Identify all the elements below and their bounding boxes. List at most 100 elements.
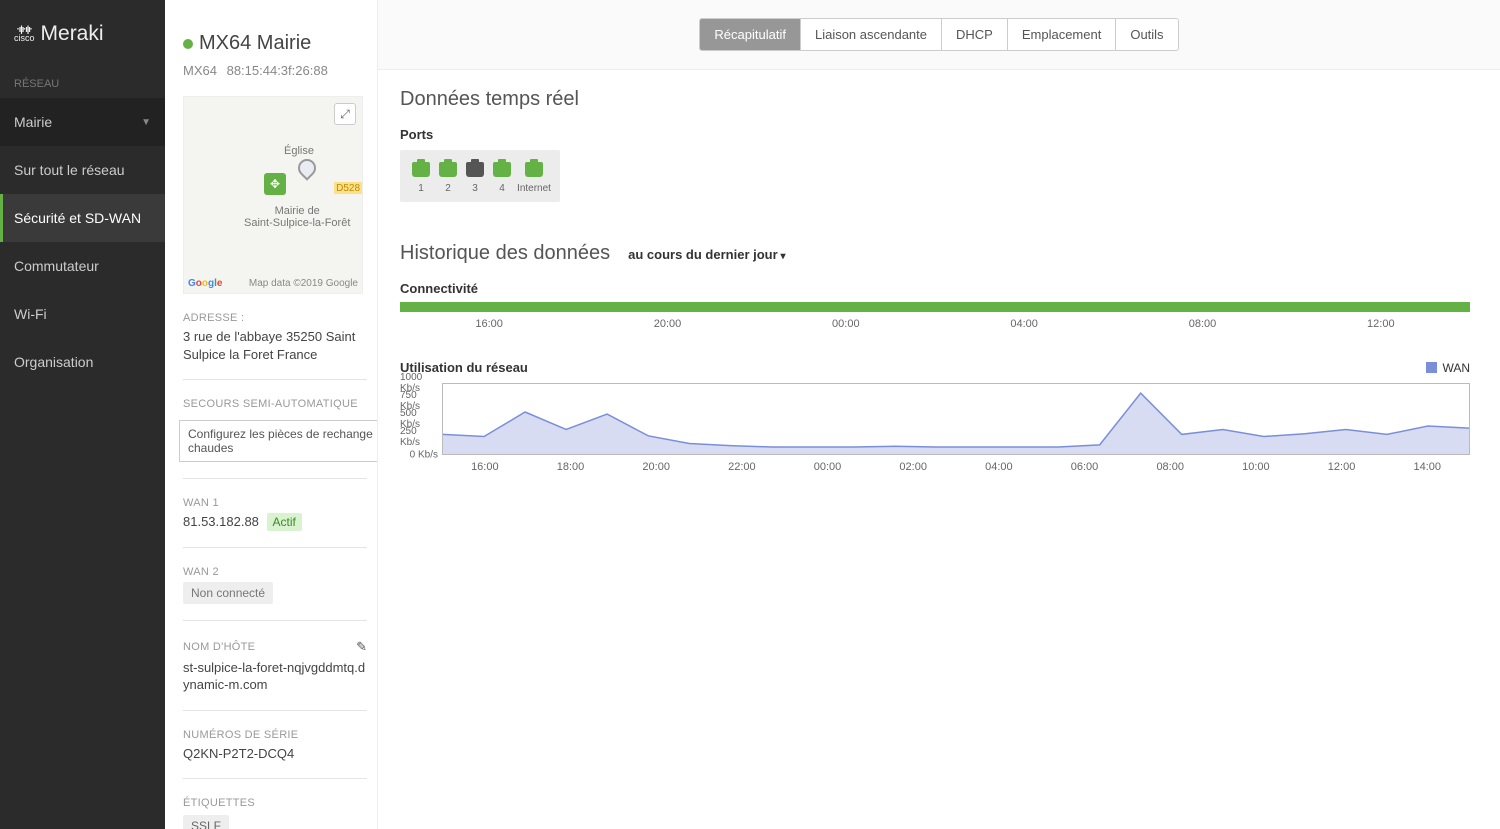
tab-location[interactable]: Emplacement (1008, 19, 1116, 50)
tabbar-container: Récapitulatif Liaison ascendante DHCP Em… (378, 0, 1500, 70)
network-name: Mairie (14, 114, 52, 130)
address-value: 3 rue de l'abbaye 35250 Saint Sulpice la… (183, 328, 367, 363)
port-label: Internet (517, 183, 551, 194)
time-tick: 00:00 (757, 318, 935, 330)
chevron-down-icon: ▼ (141, 117, 151, 128)
device-detail-panel: MX64 Mairie MX64 88:15:44:3f:26:88 D528 … (165, 0, 378, 829)
serial-label: NUMÉROS DE SÉRIE (183, 729, 367, 741)
port-4[interactable]: 4 (491, 162, 513, 194)
x-tick: 10:00 (1213, 461, 1299, 473)
x-tick: 14:00 (1384, 461, 1470, 473)
device-pin-icon: ✥ (264, 173, 286, 195)
x-tick: 12:00 (1299, 461, 1385, 473)
wan1-label: WAN 1 (183, 497, 367, 509)
tab-dhcp[interactable]: DHCP (942, 19, 1008, 50)
tab-tools[interactable]: Outils (1116, 19, 1177, 50)
brand-name: Meraki (41, 22, 104, 46)
map-attribution: Map data ©2019 Google (249, 278, 358, 289)
x-tick: 04:00 (956, 461, 1042, 473)
backup-label: SECOURS SEMI-AUTOMATIQUE (183, 398, 367, 410)
device-mac: 88:15:44:3f:26:88 (227, 63, 328, 78)
x-tick: 22:00 (699, 461, 785, 473)
port-label: 2 (445, 183, 451, 194)
legend-color-icon (1426, 362, 1437, 373)
chart-area (442, 383, 1470, 455)
device-name: MX64 Mairie (199, 32, 311, 55)
tags-label: ÉTIQUETTES (183, 797, 367, 809)
wan1-status-badge: Actif (267, 513, 302, 531)
edit-icon[interactable]: ✎ (356, 639, 367, 655)
main-content: Récapitulatif Liaison ascendante DHCP Em… (378, 0, 1500, 829)
port-status-icon (466, 162, 484, 177)
port-3[interactable]: 3 (464, 162, 486, 194)
time-tick: 20:00 (578, 318, 756, 330)
time-tick: 12:00 (1292, 318, 1470, 330)
y-axis-labels: 1000 Kb/s750 Kb/s500 Kb/s250 Kb/s0 Kb/s (400, 383, 440, 455)
ports-box: 1 2 3 4 Internet (400, 150, 560, 202)
connectivity-time-axis: 16:0020:0000:0004:0008:0012:00 (400, 318, 1470, 330)
x-tick: 06:00 (1042, 461, 1128, 473)
realtime-heading: Données temps réel (400, 88, 1470, 111)
y-tick: 0 Kb/s (410, 450, 438, 461)
port-status-icon (525, 162, 543, 177)
legend-text: WAN (1442, 361, 1470, 375)
map-place-church: Église (284, 145, 314, 157)
tab-uplink[interactable]: Liaison ascendante (801, 19, 942, 50)
x-tick: 20:00 (613, 461, 699, 473)
port-status-icon (439, 162, 457, 177)
sidebar-item-organization[interactable]: Organisation (0, 338, 165, 386)
usage-chart[interactable]: 1000 Kb/s750 Kb/s500 Kb/s250 Kb/s0 Kb/s … (400, 383, 1470, 473)
device-subtitle: MX64 88:15:44:3f:26:88 (183, 63, 367, 78)
tag-pill[interactable]: SSLF (183, 815, 229, 829)
port-label: 1 (418, 183, 424, 194)
sidebar-item-security[interactable]: Sécurité et SD-WAN (0, 194, 165, 242)
sidebar: ·ı|ı·ı|ı· cisco Meraki RÉSEAU Mairie ▼ S… (0, 0, 165, 829)
wan1-ip: 81.53.182.88 (183, 514, 259, 529)
network-selector[interactable]: Mairie ▼ (0, 98, 165, 146)
wan1-row: 81.53.182.88 Actif (183, 513, 367, 531)
tabbar: Récapitulatif Liaison ascendante DHCP Em… (699, 18, 1178, 51)
host-label: NOM D'HÔTE (183, 641, 255, 653)
wan2-label: WAN 2 (183, 566, 367, 578)
host-value: st-sulpice-la-foret-nqjvgddmtq.dynamic-m… (183, 659, 367, 694)
sidebar-item-overview[interactable]: Sur tout le réseau (0, 146, 165, 194)
wan2-status-badge: Non connecté (183, 582, 273, 604)
backup-config-button[interactable]: Configurez les pièces de rechange chaude… (179, 420, 378, 462)
x-axis-labels: 16:0018:0020:0022:0000:0002:0004:0006:00… (442, 461, 1470, 473)
map-place-main: Mairie de Saint-Sulpice-la-Forêt (244, 205, 350, 229)
sidebar-item-switch[interactable]: Commutateur (0, 242, 165, 290)
port-1[interactable]: 1 (410, 162, 432, 194)
sidebar-item-wifi[interactable]: Wi-Fi (0, 290, 165, 338)
port-label: 4 (499, 183, 505, 194)
connectivity-bar[interactable] (400, 302, 1470, 312)
x-tick: 02:00 (870, 461, 956, 473)
ports-label: Ports (400, 127, 1470, 142)
device-model: MX64 (183, 63, 217, 78)
x-tick: 16:00 (442, 461, 528, 473)
y-tick: 250 Kb/s (400, 426, 438, 448)
serial-value: Q2KN-P2T2-DCQ4 (183, 745, 367, 763)
x-tick: 08:00 (1127, 461, 1213, 473)
map-expand-icon[interactable]: ⤢ (334, 103, 356, 125)
logo[interactable]: ·ı|ı·ı|ı· cisco Meraki (0, 0, 165, 68)
map[interactable]: D528 ⤢ Église ✥ Mairie de Saint-Sulpice-… (183, 96, 363, 294)
x-tick: 18:00 (528, 461, 614, 473)
address-label: ADRESSE : (183, 312, 367, 324)
time-tick: 04:00 (935, 318, 1113, 330)
port-status-icon (412, 162, 430, 177)
google-logo: Google (188, 278, 222, 289)
status-dot-icon (183, 39, 193, 49)
time-tick: 08:00 (1113, 318, 1291, 330)
port-internet[interactable]: Internet (518, 162, 550, 194)
road-label: D528 (334, 183, 362, 194)
connectivity-label: Connectivité (400, 281, 1470, 296)
port-2[interactable]: 2 (437, 162, 459, 194)
nav-section-label: RÉSEAU (0, 68, 165, 98)
tab-summary[interactable]: Récapitulatif (700, 19, 801, 50)
legend-wan[interactable]: WAN (1426, 361, 1470, 375)
church-pin-icon (294, 155, 319, 180)
x-tick: 00:00 (785, 461, 871, 473)
port-label: 3 (472, 183, 478, 194)
history-heading: Historique des données (400, 242, 610, 265)
range-selector[interactable]: au cours du dernier jour (628, 247, 785, 262)
